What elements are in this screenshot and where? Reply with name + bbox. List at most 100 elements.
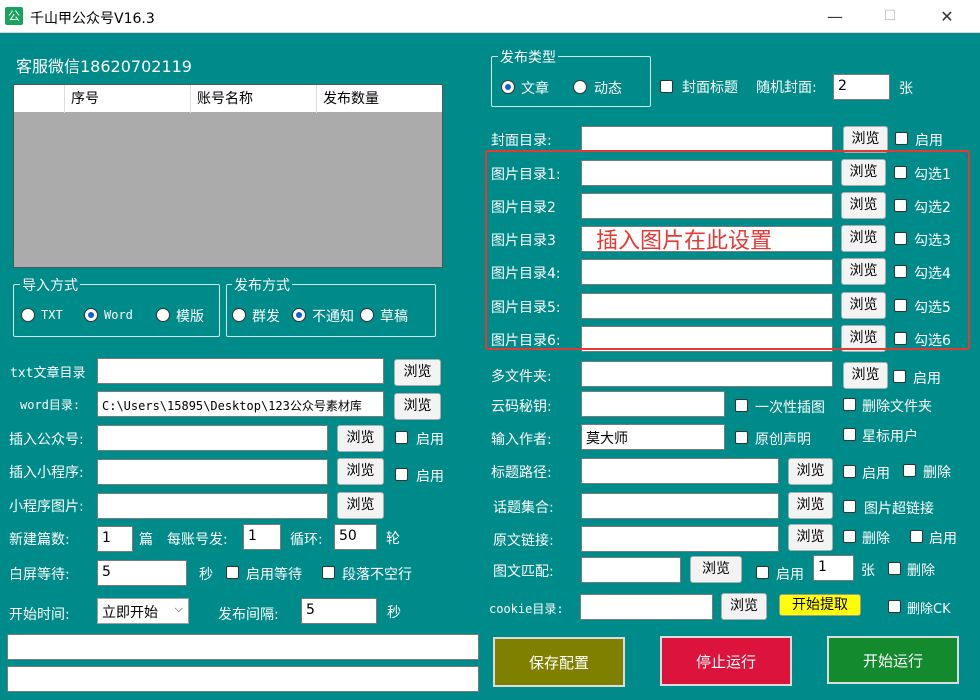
import-txt-radio[interactable] [21,308,35,322]
image-match-delete-checkbox[interactable] [888,562,901,575]
cloud-key-input[interactable] [581,391,725,417]
cover-dir-input[interactable] [581,126,833,152]
insert-account-enable-label: 启用 [416,432,444,448]
origin-link-delete-label: 删除 [862,531,890,547]
publish-draft-radio[interactable] [360,308,374,322]
start-time-select[interactable]: 立即开始 ⌵ [97,598,189,624]
delete-folder-checkbox[interactable] [843,398,856,411]
title-path-delete-checkbox[interactable] [903,464,916,477]
title-path-label: 标题路径: [491,465,552,481]
cookie-dir-input[interactable] [580,594,713,620]
import-template-radio[interactable] [156,308,170,322]
one-time-insert-checkbox[interactable] [735,399,748,412]
one-time-insert-label: 一次性插图 [755,400,825,416]
image-match-input[interactable] [581,557,681,583]
multi-folder-enable-label: 启用 [913,371,941,387]
insert-account-enable-checkbox[interactable] [395,431,408,444]
publish-silent-radio[interactable] [292,308,306,322]
txt-dir-input[interactable] [97,358,384,384]
white-wait-input[interactable]: 5 [97,560,187,586]
type-moment-radio[interactable] [573,80,587,94]
white-wait-unit: 秒 [199,567,213,583]
cover-dir-enable-checkbox[interactable] [895,132,908,145]
type-article-label: 文章 [521,81,549,97]
delete-ck-checkbox[interactable] [888,600,901,613]
per-account-input[interactable]: 1 [243,524,281,550]
multi-folder-enable-checkbox[interactable] [893,370,906,383]
title-bar: 公 千山甲公众号V16.3 — ☐ ✕ [0,0,980,33]
original-checkbox[interactable] [735,431,748,444]
type-article-radio[interactable] [501,80,515,94]
insert-account-input[interactable] [97,425,328,451]
status-box-2 [7,666,479,692]
minimize-button[interactable]: — [810,0,860,33]
stop-run-button[interactable]: 停止运行 [660,636,792,686]
insert-miniprogram-enable-checkbox[interactable] [395,468,408,481]
random-cover-label: 随机封面: [756,80,817,96]
table-header-count[interactable]: 发布数量 [316,85,442,113]
delete-folder-label: 删除文件夹 [862,399,932,415]
cover-title-checkbox[interactable] [660,80,673,93]
image-match-label: 图文匹配: [493,564,554,580]
publish-group-radio[interactable] [232,308,246,322]
publish-group-label: 群发 [252,309,280,325]
topic-input[interactable] [581,493,779,519]
no-blank-line-checkbox[interactable] [322,566,335,579]
import-method-title: 导入方式 [20,275,80,295]
image-match-unit: 张 [861,563,875,579]
insert-miniprogram-input[interactable] [97,459,328,485]
start-extract-button[interactable]: 开始提取 [779,594,861,616]
interval-input[interactable]: 5 [301,598,377,624]
maximize-button[interactable]: ☐ [865,0,915,33]
cover-dir-label: 封面目录: [491,133,552,149]
author-input[interactable]: 莫大师 [581,424,725,450]
save-config-button[interactable]: 保存配置 [493,637,625,687]
new-articles-input[interactable]: 1 [97,526,133,552]
random-cover-input[interactable]: 2 [833,74,890,100]
image-match-count-input[interactable]: 1 [813,555,854,581]
origin-link-input[interactable] [581,526,779,552]
image-match-enable-checkbox[interactable] [756,566,769,579]
word-dir-browse-button[interactable]: 浏览 [394,393,441,420]
cover-title-label: 封面标题 [682,80,738,96]
start-run-button[interactable]: 开始运行 [827,636,959,684]
enable-wait-checkbox[interactable] [226,566,239,579]
topic-browse-button[interactable]: 浏览 [788,492,833,519]
close-button[interactable]: ✕ [922,0,972,33]
star-user-checkbox[interactable] [843,428,856,441]
insert-account-browse-button[interactable]: 浏览 [337,425,384,452]
insert-miniprogram-browse-button[interactable]: 浏览 [337,458,384,485]
title-path-input[interactable] [581,458,779,484]
origin-link-enable-checkbox[interactable] [910,530,923,543]
image-match-enable-label: 启用 [776,567,804,583]
import-template-label: 模版 [176,309,204,325]
annotation-text: 插入图片在此设置 [596,229,773,254]
table-header-index[interactable]: 序号 [64,85,190,113]
title-path-enable-checkbox[interactable] [843,465,856,478]
cookie-dir-browse-button[interactable]: 浏览 [721,593,767,620]
interval-label: 发布间隔: [218,607,279,623]
start-time-value: 立即开始 [102,605,158,621]
import-word-radio[interactable] [84,308,98,322]
multi-folder-input[interactable] [581,361,833,387]
miniprogram-image-input[interactable] [97,493,328,519]
origin-link-delete-checkbox[interactable] [843,530,856,543]
word-dir-input[interactable]: C:\Users\15895\Desktop\123公众号素材库 [97,391,384,417]
origin-link-label: 原文链接: [493,533,554,549]
multi-folder-browse-button[interactable]: 浏览 [843,362,888,389]
image-hyperlink-checkbox[interactable] [843,500,856,513]
miniprogram-image-browse-button[interactable]: 浏览 [337,492,384,519]
multi-folder-label: 多文件夹: [491,369,552,385]
cover-dir-browse-button[interactable]: 浏览 [843,126,888,153]
txt-dir-browse-button[interactable]: 浏览 [394,359,441,386]
interval-unit: 秒 [387,605,401,621]
origin-link-browse-button[interactable]: 浏览 [788,524,833,551]
insert-account-label: 插入公众号: [9,432,84,448]
table-header-account[interactable]: 账号名称 [190,85,316,113]
title-path-browse-button[interactable]: 浏览 [788,458,833,485]
loop-input[interactable]: 50 [334,524,377,550]
white-wait-label: 白屏等待: [9,567,70,583]
account-table[interactable]: 序号 账号名称 发布数量 [13,84,443,268]
image-match-browse-button[interactable]: 浏览 [690,556,742,583]
window-title: 千山甲公众号V16.3 [30,11,155,27]
